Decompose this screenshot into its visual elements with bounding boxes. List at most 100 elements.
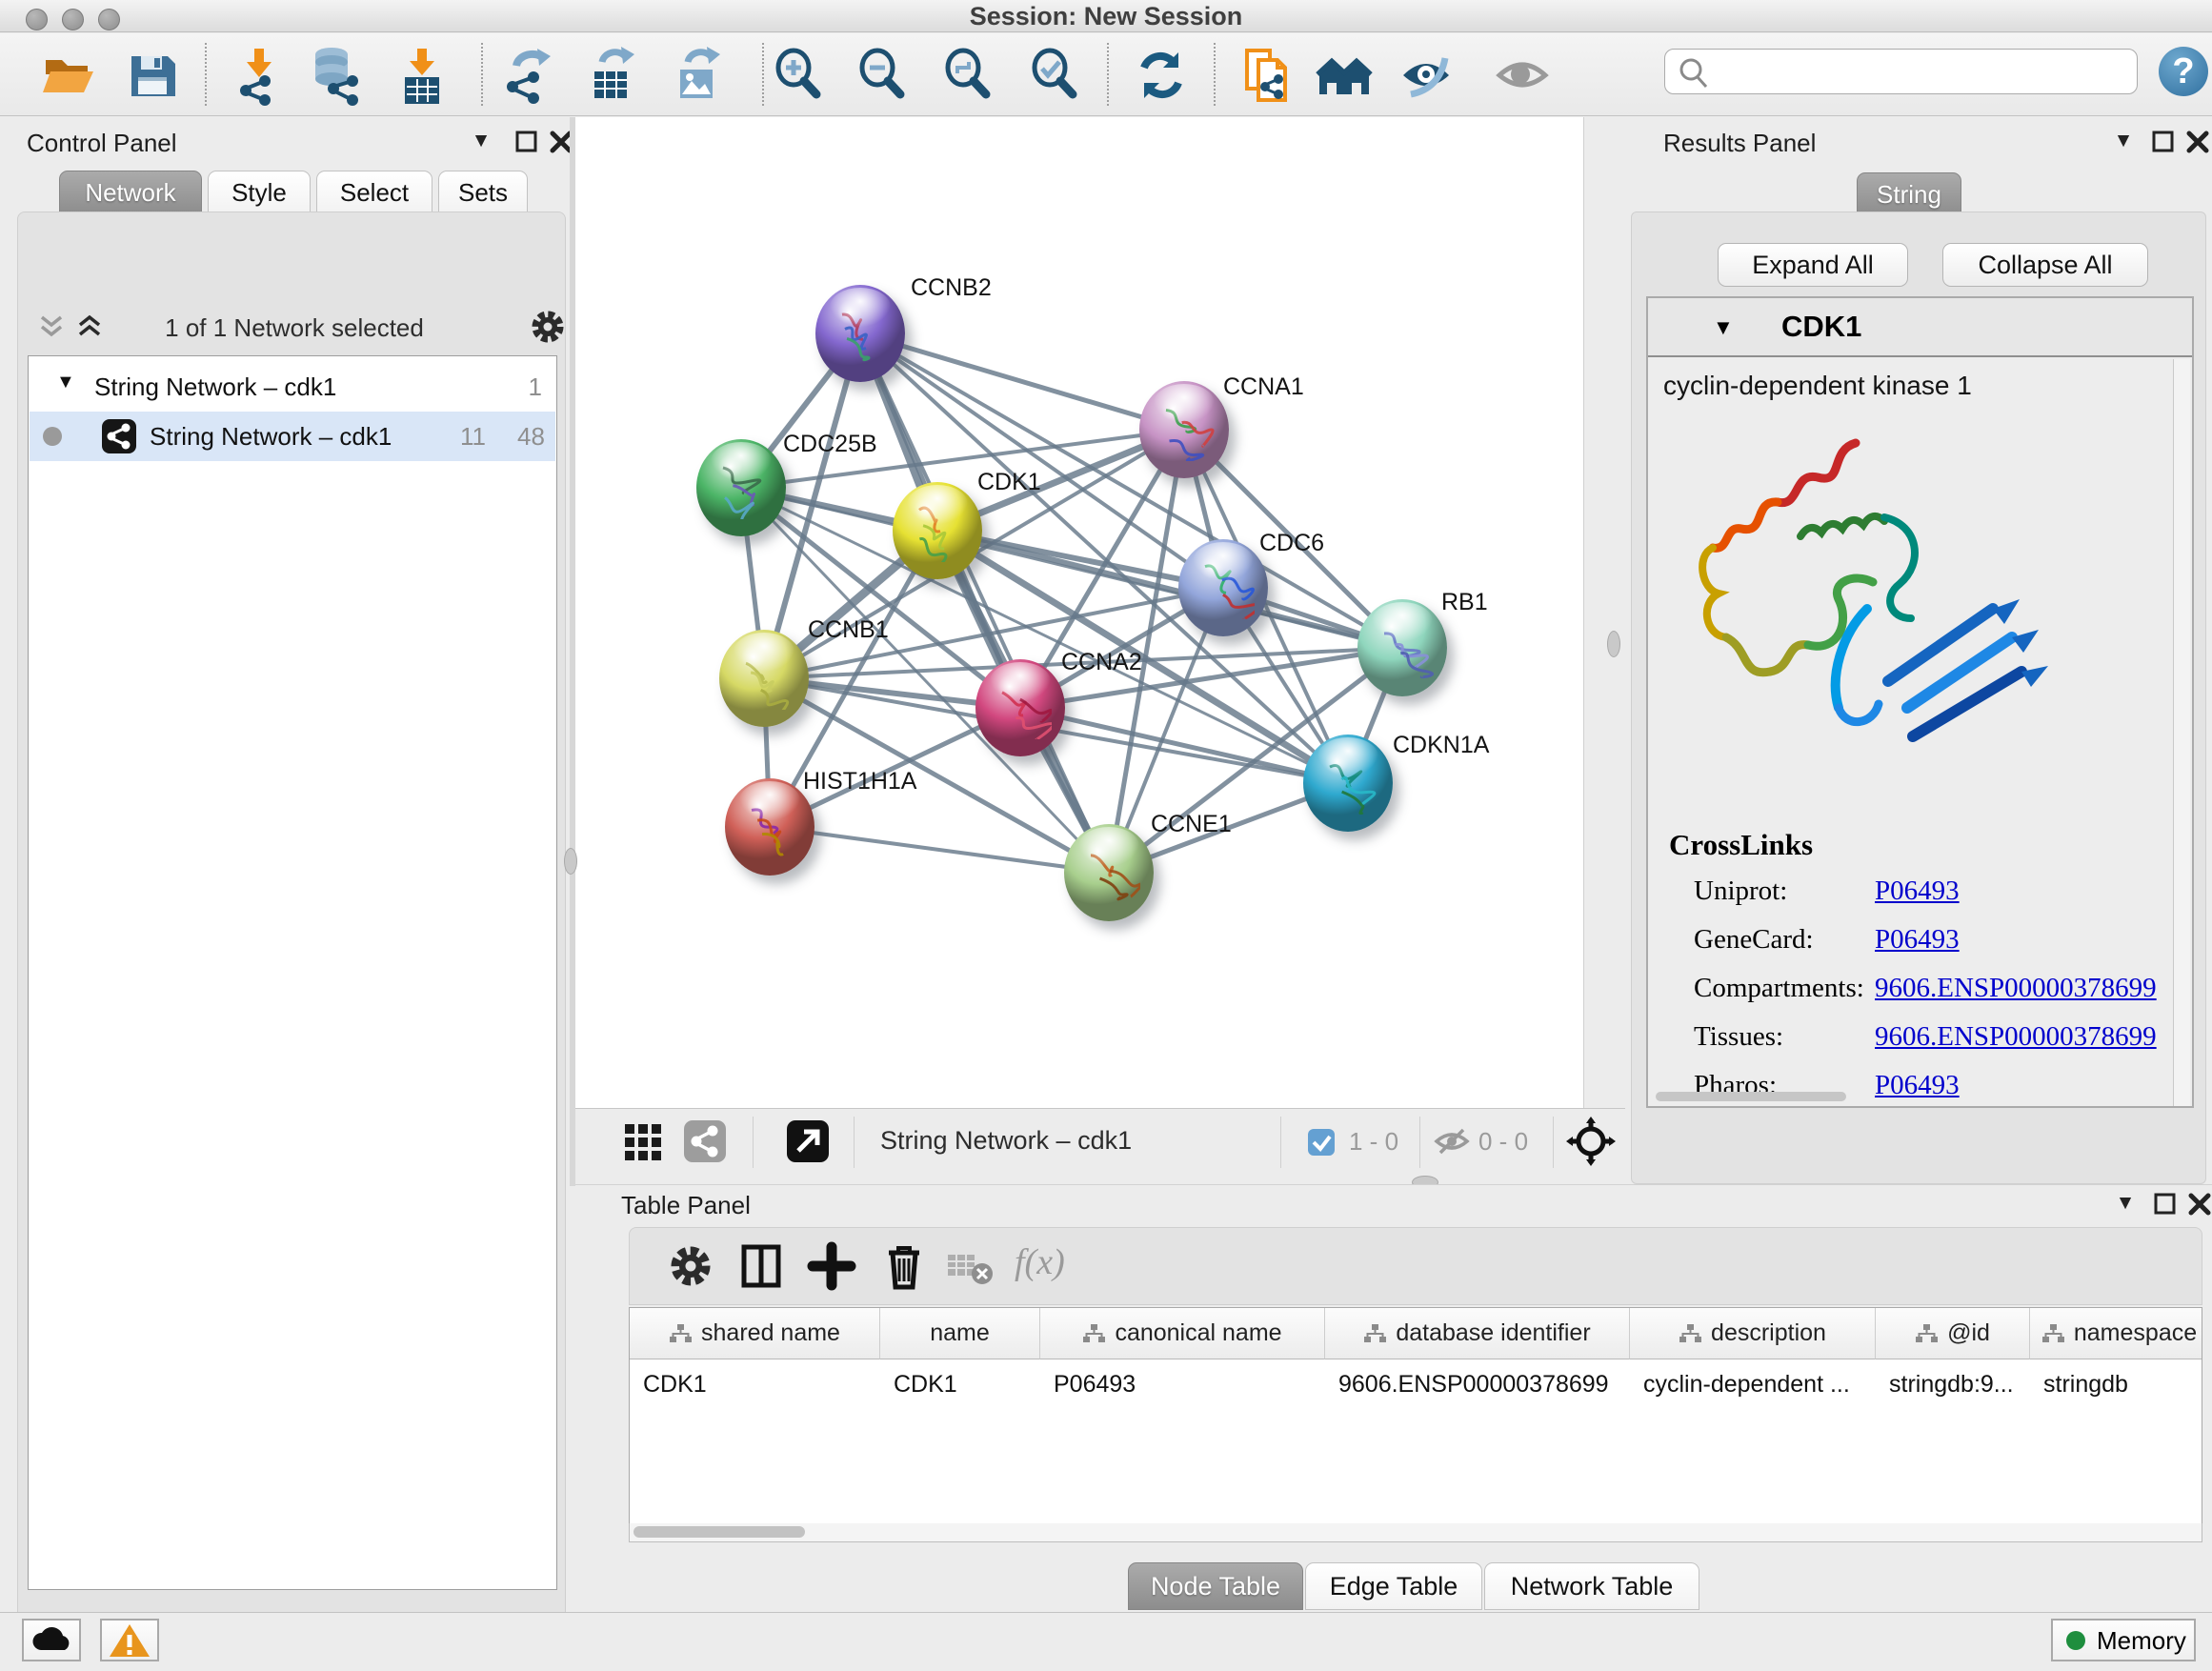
table-options-gear-icon[interactable] [666, 1241, 717, 1293]
first-neighbors-icon[interactable] [1237, 45, 1298, 106]
column-header-namespace[interactable]: namespace [2030, 1308, 2202, 1359]
birds-eye-crosshair-icon[interactable] [1566, 1117, 1618, 1168]
export-table-icon[interactable] [581, 45, 642, 106]
tab-sets[interactable]: Sets [438, 171, 528, 214]
save-session-icon[interactable] [122, 45, 183, 106]
entry-collapse-icon[interactable]: ▼ [1713, 315, 1734, 340]
results-panel-close-icon[interactable] [2185, 130, 2212, 158]
network-collection-row[interactable]: ▼ String Network – cdk1 1 [30, 362, 555, 412]
warnings-button[interactable] [100, 1619, 159, 1661]
import-network-database-icon[interactable] [305, 45, 366, 106]
right-splitter[interactable] [1583, 117, 1625, 1108]
tab-style[interactable]: Style [208, 171, 311, 214]
table-horizontal-scrollbar[interactable] [629, 1523, 2202, 1542]
expand-all-button[interactable]: Expand All [1718, 243, 1908, 287]
crosslink-link[interactable]: P06493 [1875, 924, 1960, 956]
collection-expand-icon[interactable]: ▼ [56, 372, 75, 393]
results-vertical-scrollbar[interactable] [2173, 359, 2190, 1106]
table-panel-float-icon[interactable] [2153, 1192, 2182, 1220]
zoom-out-icon[interactable] [853, 45, 914, 106]
table-cell[interactable]: cyclin-dependent ... [1630, 1359, 1876, 1411]
detach-view-icon[interactable] [785, 1118, 836, 1170]
network-edge[interactable] [1020, 708, 1348, 783]
export-image-icon[interactable] [667, 45, 728, 106]
import-table-file-icon[interactable] [392, 45, 452, 106]
column-header-canonicalname[interactable]: canonical name [1040, 1308, 1325, 1359]
delete-table-icon[interactable] [946, 1251, 997, 1302]
open-session-icon[interactable] [38, 45, 99, 106]
refresh-view-icon[interactable] [1131, 45, 1192, 106]
selected-checkbox-icon[interactable] [1307, 1128, 1336, 1161]
splitter-handle[interactable] [1607, 631, 1620, 657]
control-panel-float-icon[interactable] [514, 130, 543, 158]
network-node-CCNE1[interactable] [1064, 824, 1154, 921]
expand-up-chevron-icon[interactable] [75, 313, 104, 347]
tab-network[interactable]: Network [59, 171, 202, 214]
tab-network-table[interactable]: Network Table [1484, 1562, 1699, 1610]
tab-string[interactable]: String [1857, 172, 1961, 216]
table-cell[interactable]: stringdb [2030, 1359, 2202, 1411]
network-edge[interactable] [860, 333, 1184, 430]
column-header-databaseidentifier[interactable]: database identifier [1325, 1308, 1630, 1359]
hide-selected-eye-icon[interactable] [1398, 45, 1458, 106]
network-node-CCNB2[interactable] [815, 285, 905, 382]
show-columns-icon[interactable] [736, 1241, 788, 1293]
cloud-button[interactable] [22, 1619, 81, 1661]
network-node-CCNB1[interactable] [719, 630, 809, 727]
column-header-sharedname[interactable]: shared name [630, 1308, 880, 1359]
zoom-in-icon[interactable] [769, 45, 830, 106]
network-node-CDC6[interactable] [1178, 539, 1268, 636]
network-share-view-icon[interactable] [682, 1118, 734, 1170]
hidden-eye-icon[interactable] [1433, 1124, 1471, 1163]
results-panel-menu-icon[interactable]: ▼ [2109, 127, 2138, 155]
crosslink-link[interactable]: P06493 [1875, 1070, 1960, 1101]
table-cell[interactable]: CDK1 [880, 1359, 1040, 1411]
column-header-name[interactable]: name [880, 1308, 1040, 1359]
network-canvas[interactable]: CCNB2CCNA1CDC25BCDK1CDC6RB1CCNB1CCNA2CDK… [575, 117, 1583, 1108]
add-column-icon[interactable] [807, 1241, 858, 1293]
network-node-CCNA1[interactable] [1139, 381, 1229, 478]
column-header-id[interactable]: @id [1876, 1308, 2030, 1359]
network-node-RB1[interactable] [1357, 599, 1447, 696]
houses-icon[interactable] [1316, 45, 1377, 106]
network-node-CCNA2[interactable] [975, 659, 1065, 756]
network-options-gear-icon[interactable] [529, 308, 567, 351]
table-cell[interactable]: stringdb:9... [1876, 1359, 2030, 1411]
network-node-CDC25B[interactable] [696, 439, 786, 536]
control-panel-menu-icon[interactable]: ▼ [467, 127, 495, 155]
results-horizontal-scrollbar[interactable] [1656, 1092, 1846, 1101]
delete-column-icon[interactable] [879, 1241, 931, 1293]
show-all-eye-icon[interactable] [1494, 45, 1555, 106]
table-cell[interactable]: 9606.ENSP00000378699 [1325, 1359, 1630, 1411]
results-panel-float-icon[interactable] [2151, 130, 2180, 158]
network-row-selected[interactable]: String Network – cdk1 11 48 [30, 412, 555, 461]
table-cell[interactable]: P06493 [1040, 1359, 1325, 1411]
column-header-description[interactable]: description [1630, 1308, 1876, 1359]
network-node-CDKN1A[interactable] [1303, 735, 1393, 832]
table-panel-menu-icon[interactable]: ▼ [2111, 1189, 2140, 1218]
memory-button[interactable]: Memory [2051, 1619, 2196, 1661]
import-network-file-icon[interactable] [229, 45, 290, 106]
help-button[interactable]: ? [2159, 47, 2208, 96]
export-network-icon[interactable] [499, 45, 560, 106]
collapse-all-button[interactable]: Collapse All [1942, 243, 2148, 287]
tab-edge-table[interactable]: Edge Table [1305, 1562, 1482, 1610]
function-builder-icon[interactable]: f(x) [1015, 1241, 1065, 1283]
zoom-selected-icon[interactable] [1025, 45, 1086, 106]
splitter-handle[interactable] [564, 848, 577, 875]
network-edge[interactable] [770, 827, 1109, 873]
grid-view-icon[interactable] [621, 1118, 673, 1170]
table-cell[interactable]: CDK1 [630, 1359, 880, 1411]
network-node-CDK1[interactable] [893, 482, 982, 579]
network-node-HIST1H1A[interactable] [725, 778, 814, 876]
search-input[interactable] [1715, 53, 2124, 90]
entry-header[interactable]: ▼ CDK1 [1648, 298, 2192, 357]
tab-node-table[interactable]: Node Table [1128, 1562, 1303, 1610]
node-table[interactable]: shared nameCDK1nameCDK1canonical nameP06… [629, 1307, 2202, 1541]
crosslink-link[interactable]: 9606.ENSP00000378699 [1875, 973, 2157, 1004]
zoom-fit-icon[interactable] [938, 45, 999, 106]
collapse-all-chevron-icon[interactable] [37, 313, 66, 347]
tab-select[interactable]: Select [316, 171, 432, 214]
table-panel-close-icon[interactable] [2187, 1192, 2212, 1220]
crosslink-link[interactable]: P06493 [1875, 876, 1960, 907]
